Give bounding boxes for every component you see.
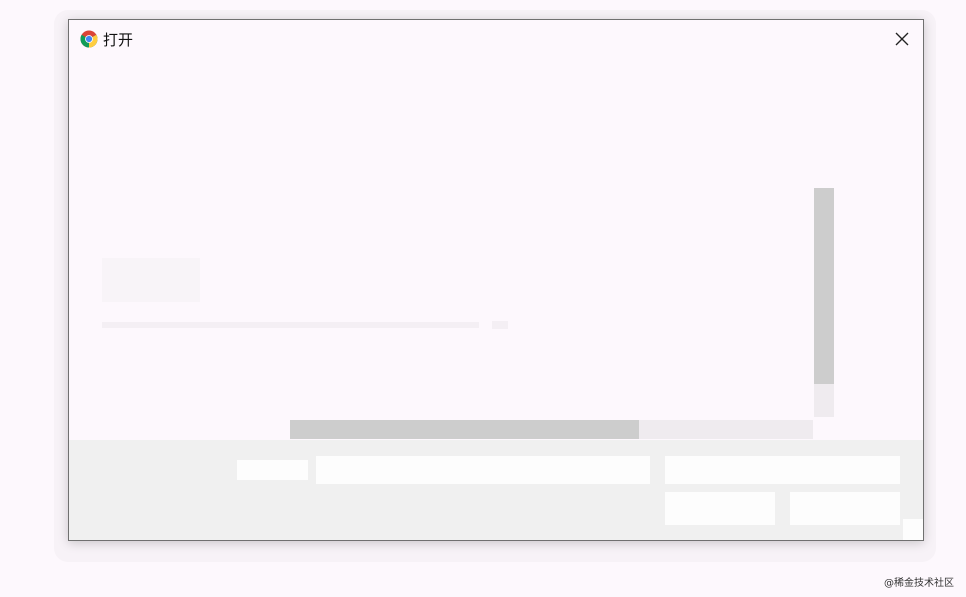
open-button[interactable]: [665, 492, 775, 525]
watermark: @稀金技术社区: [884, 578, 954, 589]
chrome-icon: [80, 30, 98, 48]
horizontal-scrollbar-thumb[interactable]: [290, 420, 639, 439]
filename-label: [237, 460, 308, 480]
cancel-button[interactable]: [790, 492, 900, 525]
dialog-footer: [69, 440, 923, 540]
loading-placeholder-block: [102, 258, 200, 302]
close-button[interactable]: [889, 28, 915, 50]
loading-placeholder-dot: [492, 321, 508, 329]
dialog-title: 打开: [103, 31, 134, 49]
file-browser-area: [69, 58, 923, 440]
loading-placeholder-line: [102, 322, 479, 328]
dialog-titlebar: 打开: [69, 20, 923, 58]
vertical-scrollbar-thumb[interactable]: [814, 188, 834, 384]
file-type-select[interactable]: [665, 456, 900, 484]
resize-grip[interactable]: [903, 519, 923, 540]
filename-input[interactable]: [316, 456, 650, 484]
open-file-dialog: 打开: [68, 19, 924, 541]
close-icon: [895, 32, 909, 46]
